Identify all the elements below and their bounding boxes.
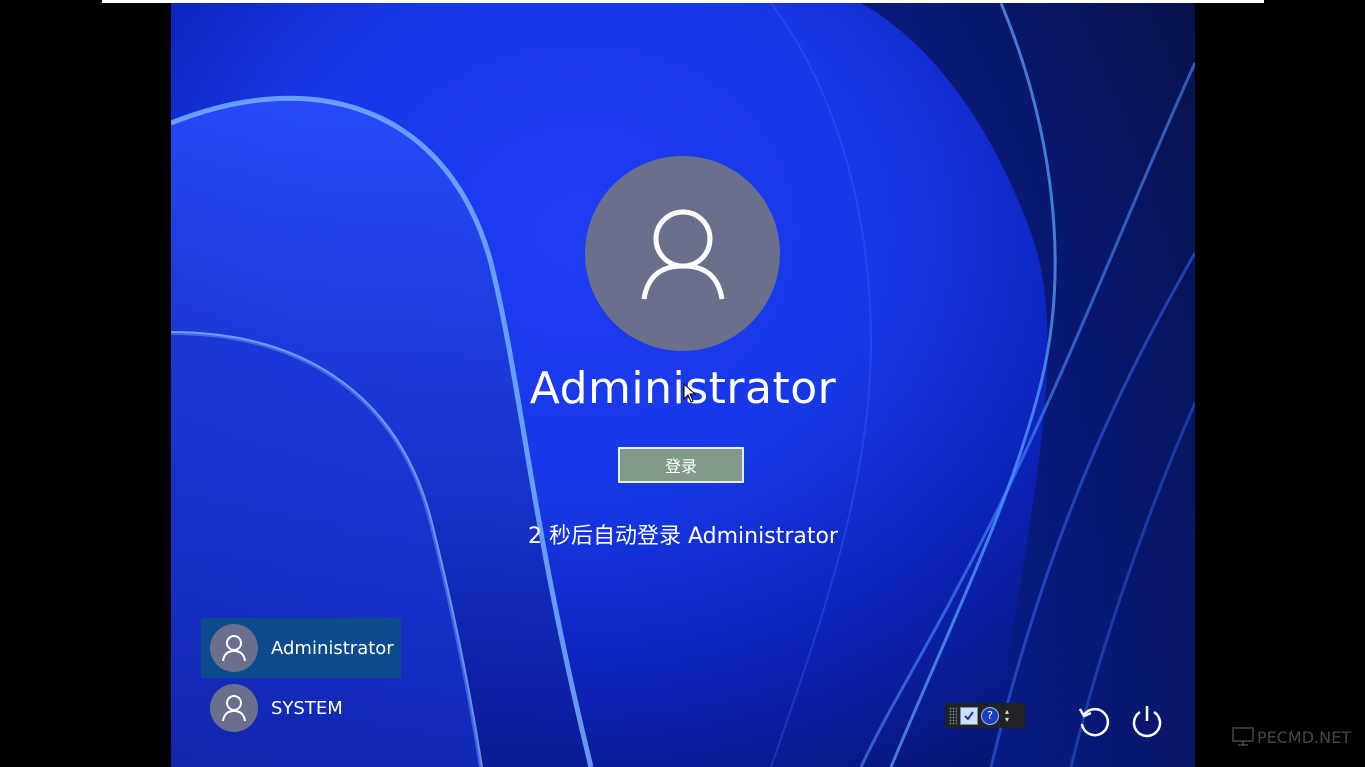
login-button[interactable]: 登录 [618, 447, 744, 483]
watermark: PECMD.NET [1232, 727, 1351, 747]
restart-button[interactable] [1076, 703, 1112, 739]
watermark-text: PECMD.NET [1257, 727, 1351, 747]
user-icon [222, 695, 246, 722]
help-icon[interactable]: ? [981, 706, 999, 725]
check-window-icon[interactable] [960, 706, 978, 725]
user-icon [222, 635, 246, 662]
system-tray: ? ▴ ▾ [945, 703, 1025, 728]
power-icon [1132, 706, 1162, 738]
user-list-item-system[interactable]: SYSTEM [201, 678, 401, 738]
power-button[interactable] [1129, 703, 1165, 739]
user-list-item-administrator[interactable]: Administrator [201, 618, 401, 678]
user-list-item-label: Administrator [271, 637, 394, 659]
user-icon [641, 209, 724, 299]
user-avatar-large [585, 156, 780, 351]
user-list-item-label: SYSTEM [271, 697, 343, 719]
user-avatar-small [210, 684, 258, 732]
scroll-arrows-icon[interactable]: ▴ ▾ [1002, 707, 1012, 725]
mouse-cursor-icon [683, 383, 697, 403]
monitor-icon [1232, 727, 1254, 746]
user-avatar-small [210, 624, 258, 672]
user-list: Administrator SYSTEM [201, 618, 401, 738]
autologin-countdown: 2 秒后自动登录 Administrator [528, 524, 838, 549]
restart-icon [1078, 707, 1110, 737]
grip-icon[interactable] [949, 706, 957, 725]
